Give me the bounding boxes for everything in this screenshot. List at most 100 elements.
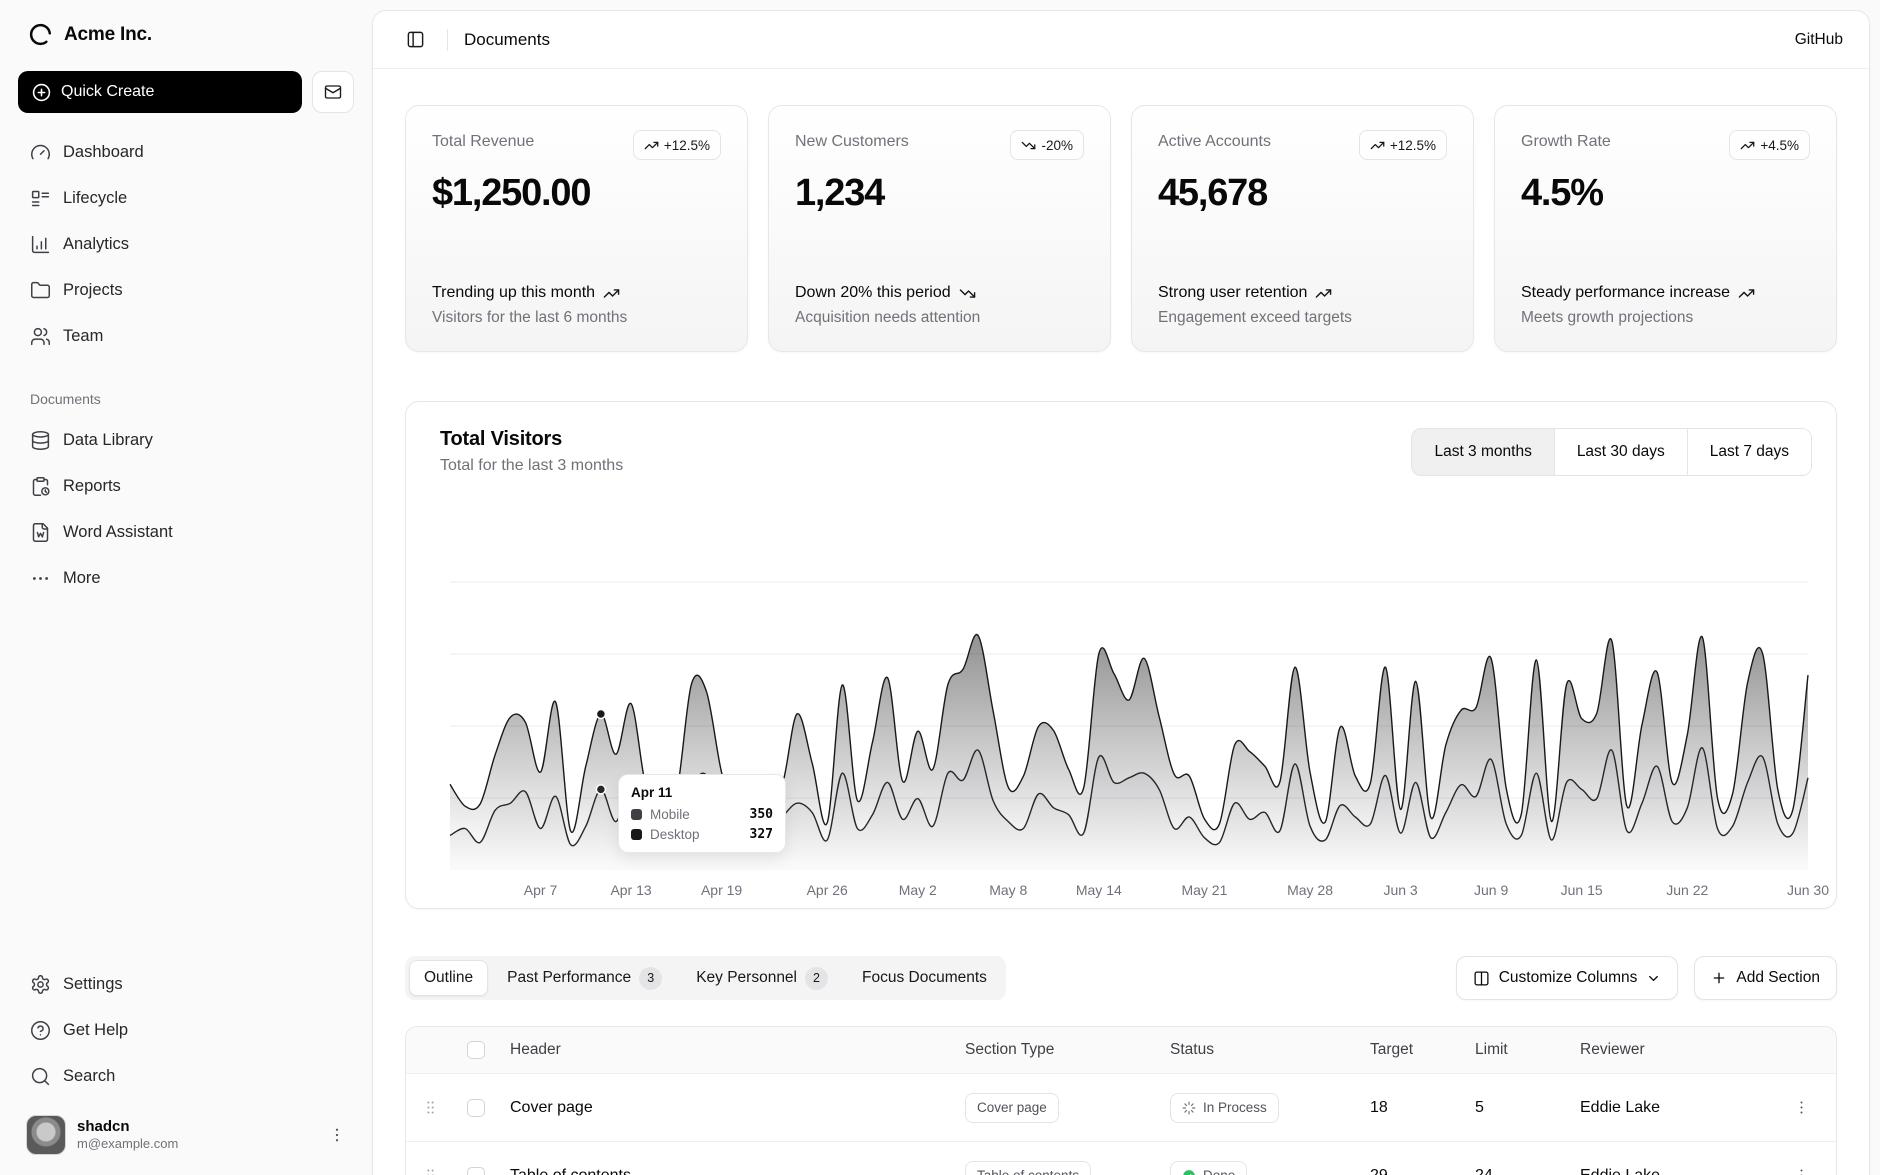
more-vertical-icon [1793, 1167, 1810, 1175]
sidebar-item-dashboard[interactable]: Dashboard [18, 129, 354, 175]
customize-columns-button[interactable]: Customize Columns [1456, 956, 1679, 1000]
stat-card-active-accounts: Active Accounts +12.5% 45,678 Strong use… [1131, 105, 1474, 352]
gauge-icon [30, 142, 51, 163]
inbox-mail-button[interactable] [312, 71, 354, 113]
sidebar-item-reports[interactable]: Reports [18, 463, 354, 509]
mail-icon [324, 83, 342, 101]
sidebar-item-search[interactable]: Search [18, 1053, 354, 1099]
sidebar-item-get-help[interactable]: Get Help [18, 1007, 354, 1053]
status-badge: In Process [1170, 1093, 1279, 1123]
main-panel: Documents GitHub Total Revenue +12.5% $1… [372, 10, 1870, 1175]
svg-text:Jun 22: Jun 22 [1666, 882, 1708, 898]
help-circle-icon [30, 1020, 51, 1041]
tab-key-personnel[interactable]: Key Personnel 2 [681, 960, 843, 996]
sidebar: Acme Inc. Quick Create Dashboard Lifecyc… [0, 0, 372, 1175]
svg-text:Jun 30: Jun 30 [1787, 882, 1829, 898]
tooltip-row-mobile: Mobile 350 [631, 807, 773, 822]
sidebar-item-data-library[interactable]: Data Library [18, 417, 354, 463]
check-circle-icon [1182, 1169, 1196, 1175]
trend-badge: +12.5% [1359, 130, 1447, 160]
row-checkbox[interactable] [467, 1167, 485, 1175]
col-section-type: Section Type [953, 1041, 1158, 1059]
cell-reviewer[interactable]: Eddie Lake [1568, 1167, 1743, 1175]
svg-text:May 8: May 8 [989, 882, 1027, 898]
quick-create-button[interactable]: Quick Create [18, 71, 302, 113]
tooltip-row-desktop: Desktop 327 [631, 827, 773, 842]
sidebar-toggle-button[interactable] [399, 24, 431, 56]
sidebar-documents-nav: Data Library Reports Word Assistant More [18, 417, 354, 601]
stat-card-total-revenue: Total Revenue +12.5% $1,250.00 Trending … [405, 105, 748, 352]
sidebar-item-word-assistant[interactable]: Word Assistant [18, 509, 354, 555]
sidebar-main-nav: Dashboard Lifecycle Analytics Projects T… [18, 129, 354, 359]
github-link[interactable]: GitHub [1795, 31, 1843, 48]
brand[interactable]: Acme Inc. [18, 16, 354, 53]
clipboard-clock-icon [30, 476, 51, 497]
stat-card-growth-rate: Growth Rate +4.5% 4.5% Steady performanc… [1494, 105, 1837, 352]
gear-icon [30, 974, 51, 995]
table-row: Cover page Cover page In Process 18 5 Ed… [406, 1073, 1836, 1141]
view-tabs: Outline Past Performance 3 Key Personnel… [405, 956, 1006, 1000]
section-type-badge: Table of contents [965, 1161, 1091, 1175]
col-header: Header [498, 1041, 953, 1059]
sidebar-item-projects[interactable]: Projects [18, 267, 354, 313]
circle-plus-icon [32, 83, 51, 102]
select-all-checkbox[interactable] [467, 1041, 485, 1059]
status-badge: Done [1170, 1161, 1247, 1175]
svg-text:Apr 7: Apr 7 [524, 882, 558, 898]
stat-label: Growth Rate [1521, 130, 1611, 151]
users-icon [30, 326, 51, 347]
drag-handle-icon[interactable] [422, 1167, 439, 1175]
svg-text:Apr 13: Apr 13 [610, 882, 651, 898]
cell-limit[interactable]: 24 [1463, 1167, 1568, 1175]
visitors-area-chart[interactable]: Apr 7Apr 13Apr 19Apr 26May 2May 8May 14M… [406, 438, 1836, 908]
tab-outline[interactable]: Outline [409, 960, 488, 996]
sections-table: Header Section Type Status Target Limit … [405, 1026, 1837, 1175]
trending-up-icon [603, 285, 620, 302]
cell-reviewer[interactable]: Eddie Lake [1568, 1099, 1743, 1117]
sidebar-item-lifecycle[interactable]: Lifecycle [18, 175, 354, 221]
user-menu[interactable]: shadcn m@example.com [18, 1109, 354, 1161]
drag-handle-icon[interactable] [422, 1099, 439, 1116]
table-header-row: Header Section Type Status Target Limit … [406, 1027, 1836, 1073]
col-status: Status [1158, 1041, 1358, 1059]
file-w-icon [30, 522, 51, 543]
row-checkbox[interactable] [467, 1099, 485, 1117]
cell-header[interactable]: Cover page [498, 1099, 953, 1117]
tab-focus-documents[interactable]: Focus Documents [847, 960, 1002, 996]
cell-target[interactable]: 18 [1358, 1099, 1463, 1117]
trend-badge: +4.5% [1729, 130, 1810, 160]
stat-value: 1,234 [795, 172, 1084, 215]
sidebar-item-settings[interactable]: Settings [18, 961, 354, 1007]
chevron-down-icon [1646, 971, 1661, 986]
topbar-divider [447, 29, 448, 51]
folder-icon [30, 280, 51, 301]
add-section-button[interactable]: Add Section [1694, 956, 1837, 1000]
cell-target[interactable]: 29 [1358, 1167, 1463, 1175]
table-row: Table of contents Table of contents Done… [406, 1141, 1836, 1175]
columns-icon [1473, 970, 1490, 987]
cell-header[interactable]: Table of contents [498, 1167, 953, 1175]
trending-up-icon [1738, 285, 1755, 302]
row-menu-button[interactable] [1789, 1163, 1814, 1175]
tab-count-badge: 2 [805, 967, 828, 990]
stat-label: Total Revenue [432, 130, 534, 151]
stat-value: $1,250.00 [432, 172, 721, 215]
cell-limit[interactable]: 5 [1463, 1099, 1568, 1117]
mobile-series-swatch [631, 809, 642, 820]
sidebar-item-more[interactable]: More [18, 555, 354, 601]
brand-name: Acme Inc. [64, 24, 152, 46]
stat-label: New Customers [795, 130, 909, 151]
topbar: Documents GitHub [373, 11, 1869, 69]
sidebar-item-analytics[interactable]: Analytics [18, 221, 354, 267]
sidebar-item-team[interactable]: Team [18, 313, 354, 359]
user-avatar [26, 1115, 66, 1155]
search-icon [30, 1066, 51, 1087]
row-menu-button[interactable] [1789, 1095, 1814, 1120]
trending-down-icon [959, 285, 976, 302]
trend-badge: -20% [1010, 130, 1084, 160]
bar-chart-icon [30, 234, 51, 255]
tab-past-performance[interactable]: Past Performance 3 [492, 960, 677, 996]
database-icon [30, 430, 51, 451]
stat-cards: Total Revenue +12.5% $1,250.00 Trending … [405, 105, 1837, 352]
svg-text:May 14: May 14 [1076, 882, 1122, 898]
